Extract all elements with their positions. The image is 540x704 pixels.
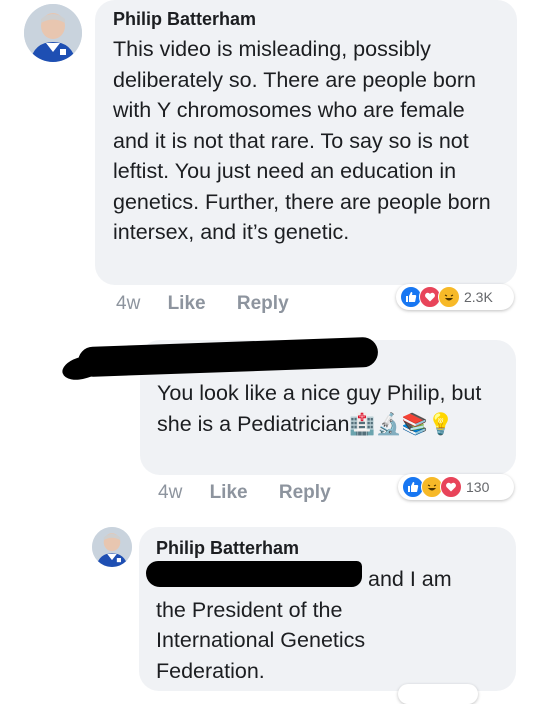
reaction-summary[interactable]: 130: [398, 474, 514, 500]
reaction-count: 130: [466, 479, 490, 495]
comment-author[interactable]: Philip Batterham: [113, 9, 501, 30]
reaction-summary[interactable]: [398, 684, 478, 704]
reply-meta: 4w Like Reply: [158, 482, 331, 504]
reply-button[interactable]: Reply: [279, 482, 331, 503]
love-icon: [440, 476, 462, 498]
reply-author[interactable]: Philip Batterham: [156, 538, 502, 559]
reaction-count: 2.3K: [464, 289, 493, 305]
haha-icon: [438, 286, 460, 308]
like-button[interactable]: Like: [210, 482, 248, 503]
reaction-summary[interactable]: 2.3K: [396, 284, 514, 310]
comment-meta: 4w Like Reply: [116, 293, 289, 315]
reply-bubble: Philip Batterham and I am the President …: [139, 527, 516, 691]
comment-text: This video is misleading, possibly delib…: [113, 37, 491, 244]
redacted-text: [146, 561, 362, 587]
comment-time[interactable]: 4w: [116, 293, 140, 314]
reply-emoji: 🏥🔬📚💡: [349, 411, 455, 436]
reply-time[interactable]: 4w: [158, 482, 182, 503]
reply-text-rest: the President of the International Genet…: [156, 597, 366, 683]
reply-button[interactable]: Reply: [237, 293, 289, 314]
comment-bubble: Philip Batterham This video is misleadin…: [95, 0, 517, 285]
avatar-philip[interactable]: [92, 527, 132, 567]
reply-text: You look like a nice guy Philip, but she…: [157, 378, 497, 439]
like-button[interactable]: Like: [168, 293, 206, 314]
avatar-philip[interactable]: [24, 4, 82, 62]
